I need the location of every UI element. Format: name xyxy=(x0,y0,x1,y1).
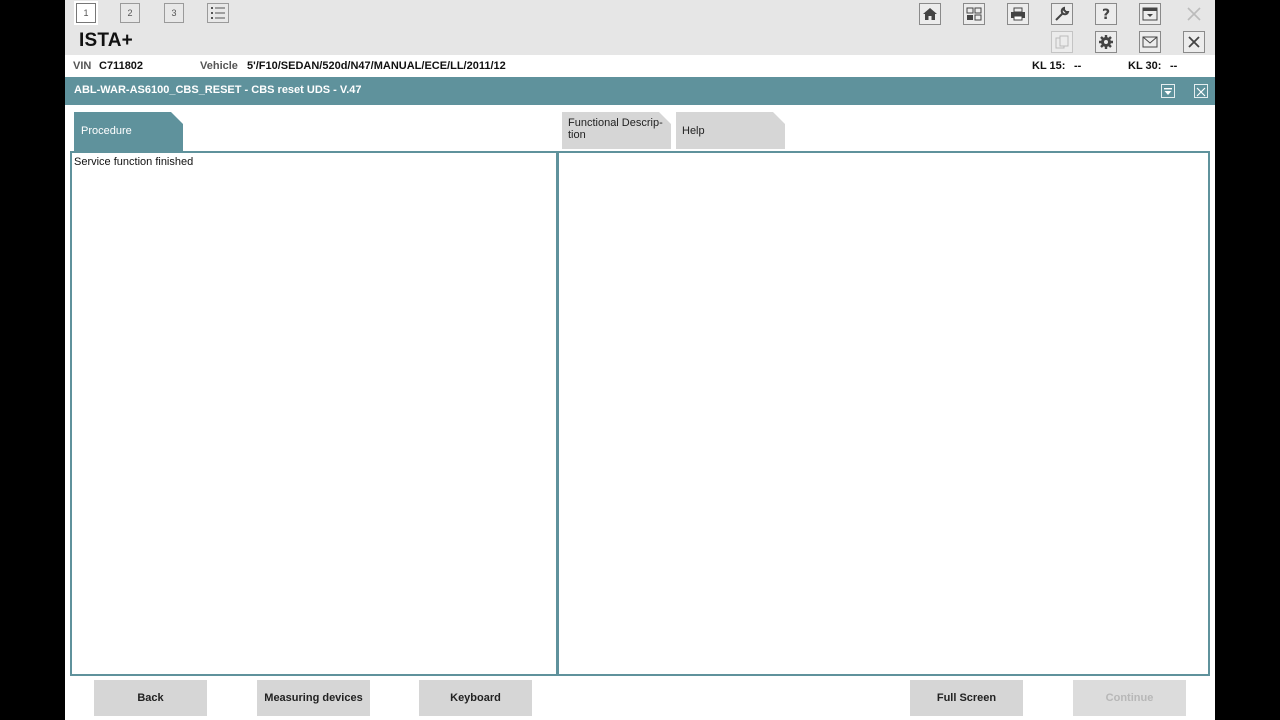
close-function-button[interactable] xyxy=(1194,84,1208,98)
list-icon xyxy=(211,7,225,19)
keyboard-button[interactable]: Keyboard xyxy=(419,680,532,716)
tab-help[interactable]: Help xyxy=(676,112,785,149)
full-screen-button[interactable]: Full Screen xyxy=(910,680,1023,716)
tab-corner xyxy=(659,112,671,124)
window-tab-3[interactable]: 3 xyxy=(164,3,184,23)
operations-button[interactable] xyxy=(963,3,985,25)
mail-icon xyxy=(1142,36,1158,48)
tab-corner xyxy=(773,112,785,124)
close-icon xyxy=(1196,87,1206,97)
copy-button[interactable] xyxy=(1051,31,1073,53)
printer-icon xyxy=(1011,7,1025,21)
close-session-button[interactable] xyxy=(1183,31,1205,53)
procedure-panel: Service function finished xyxy=(70,151,558,676)
close-icon xyxy=(1187,7,1201,21)
app-title-bar: ISTA+ xyxy=(65,28,1215,55)
service-function-header: ABL-WAR-AS6100_CBS_RESET - CBS reset UDS… xyxy=(65,77,1215,105)
tiles-icon xyxy=(966,7,982,21)
help-icon: ? xyxy=(1102,7,1110,22)
print-button[interactable] xyxy=(1007,3,1029,25)
kl30-label: KL 30: xyxy=(1128,60,1162,72)
tab-help-label: Help xyxy=(682,125,705,137)
copy-icon xyxy=(1055,35,1069,49)
continue-button[interactable]: Continue xyxy=(1073,680,1186,716)
close-icon xyxy=(1188,36,1200,48)
window-tab-2[interactable]: 2 xyxy=(120,3,140,23)
svg-text:?: ? xyxy=(1102,7,1110,22)
settings-button[interactable] xyxy=(1095,31,1117,53)
vin-label: VIN xyxy=(73,60,92,72)
service-function-title: ABL-WAR-AS6100_CBS_RESET - CBS reset UDS… xyxy=(74,84,362,96)
measuring-devices-button[interactable]: Measuring devices xyxy=(257,680,370,716)
tab-procedure[interactable]: Procedure xyxy=(74,112,183,151)
procedure-status-text: Service function finished xyxy=(74,156,194,168)
tab-functional-label-line1: Functional Descrip- xyxy=(568,117,663,129)
settings-icon xyxy=(1099,35,1113,49)
app-title: ISTA+ xyxy=(79,30,133,51)
tab-corner xyxy=(171,112,183,124)
mail-button[interactable] xyxy=(1139,31,1161,53)
dropdown-icon xyxy=(1164,88,1172,95)
help-button[interactable]: ? xyxy=(1095,3,1117,25)
vin-value: C711802 xyxy=(99,60,144,72)
window-tab-1[interactable]: 1 xyxy=(76,3,96,23)
minimize-icon xyxy=(1142,7,1158,21)
minimize-button[interactable] xyxy=(1139,3,1161,25)
home-icon xyxy=(923,8,937,20)
vehicle-value: 5'/F10/SEDAN/520d/N47/MANUAL/ECE/LL/2011… xyxy=(247,60,506,72)
home-button[interactable] xyxy=(919,3,941,25)
tab-functional-description[interactable]: Functional Descrip- tion xyxy=(562,112,671,149)
kl15-value: -- xyxy=(1074,60,1082,72)
service-button[interactable] xyxy=(1051,3,1073,25)
exit-app-button[interactable] xyxy=(1183,3,1205,25)
top-toolbar: 1 2 3 ? xyxy=(65,0,1215,29)
vehicle-info-bar: VIN C711802 Vehicle 5'/F10/SEDAN/520d/N4… xyxy=(65,55,1215,77)
list-view-button[interactable] xyxy=(207,3,229,23)
ista-app-window: 1 2 3 ? ISTA+ VIN C711802 Vehicle 5'/F10… xyxy=(65,0,1215,720)
back-button[interactable]: Back xyxy=(94,680,207,716)
tab-procedure-label: Procedure xyxy=(81,125,132,137)
description-panel xyxy=(557,151,1210,676)
collapse-button[interactable] xyxy=(1161,84,1175,98)
kl30-value: -- xyxy=(1170,60,1178,72)
wrench-icon xyxy=(1055,6,1070,21)
kl15-label: KL 15: xyxy=(1032,60,1066,72)
tab-functional-label-line2: tion xyxy=(568,129,586,141)
vehicle-label: Vehicle xyxy=(200,60,238,72)
